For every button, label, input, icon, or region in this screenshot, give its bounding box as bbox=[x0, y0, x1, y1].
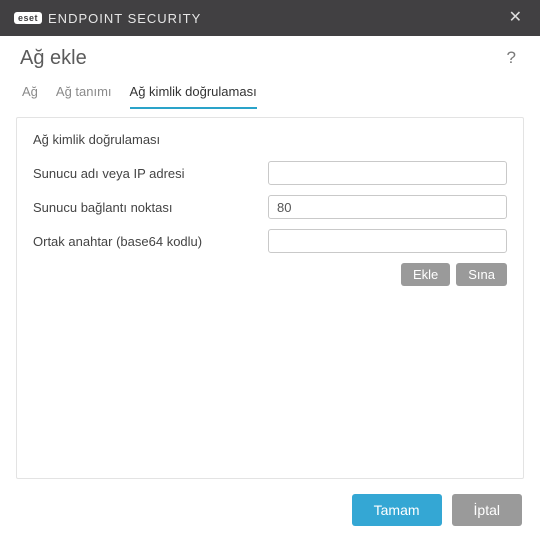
page-title: Ağ ekle bbox=[20, 47, 87, 70]
test-button[interactable]: Sına bbox=[456, 263, 507, 286]
row-public-key: Ortak anahtar (base64 kodlu) bbox=[33, 229, 507, 253]
brand-badge: eset bbox=[14, 12, 42, 24]
close-icon[interactable]: ✕ bbox=[503, 6, 528, 30]
tabs: Ağ Ağ tanımı Ağ kimlik doğrulaması bbox=[0, 74, 540, 109]
titlebar: eset ENDPOINT SECURITY ✕ bbox=[0, 0, 540, 36]
section-heading: Ağ kimlik doğrulaması bbox=[33, 132, 507, 147]
footer: Tamam İptal bbox=[352, 494, 522, 526]
ok-button[interactable]: Tamam bbox=[352, 494, 442, 526]
tab-network-auth[interactable]: Ağ kimlik doğrulaması bbox=[130, 78, 257, 109]
tab-network-definition[interactable]: Ağ tanımı bbox=[56, 78, 112, 108]
help-icon[interactable]: ? bbox=[503, 46, 520, 70]
label-public-key: Ortak anahtar (base64 kodlu) bbox=[33, 234, 268, 249]
row-server-port: Sunucu bağlantı noktası bbox=[33, 195, 507, 219]
panel-button-row: Ekle Sına bbox=[33, 263, 507, 286]
label-server-port: Sunucu bağlantı noktası bbox=[33, 200, 268, 215]
input-public-key[interactable] bbox=[268, 229, 507, 253]
row-server-name: Sunucu adı veya IP adresi bbox=[33, 161, 507, 185]
add-button[interactable]: Ekle bbox=[401, 263, 450, 286]
header-row: Ağ ekle ? bbox=[0, 36, 540, 74]
label-server-name: Sunucu adı veya IP adresi bbox=[33, 166, 268, 181]
input-server-port[interactable] bbox=[268, 195, 507, 219]
brand-text: ENDPOINT SECURITY bbox=[48, 11, 201, 26]
cancel-button[interactable]: İptal bbox=[452, 494, 522, 526]
tab-network[interactable]: Ağ bbox=[22, 78, 38, 108]
input-server-name[interactable] bbox=[268, 161, 507, 185]
form-panel: Ağ kimlik doğrulaması Sunucu adı veya IP… bbox=[16, 117, 524, 479]
